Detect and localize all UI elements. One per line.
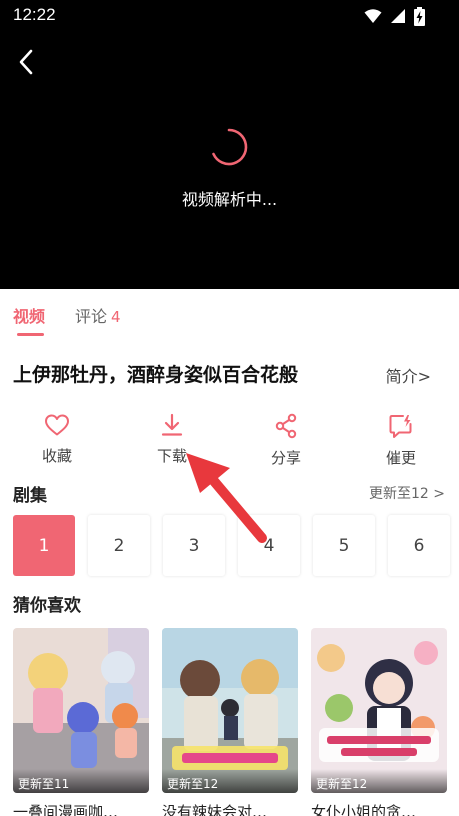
video-title: 上伊那牡丹，酒醉身姿似百合花般 <box>13 364 299 386</box>
episode-button-2[interactable]: 2 <box>88 515 150 576</box>
episode-button-3[interactable]: 3 <box>163 515 225 576</box>
loading-spinner-icon <box>212 128 248 166</box>
episode-button-6[interactable]: 6 <box>388 515 450 576</box>
recommendation-title: 没有辣妹会对… <box>162 803 268 816</box>
status-time: 12:22 <box>13 5 56 24</box>
active-tab-indicator <box>17 333 44 336</box>
heart-icon <box>45 414 69 436</box>
battery-charging-icon <box>414 6 425 26</box>
urge-update-label: 催更 <box>385 449 416 467</box>
recommendation-card[interactable]: 更新至12 女仆小姐的贪… <box>311 628 447 816</box>
download-button[interactable]: 下载 <box>132 413 212 466</box>
recommendation-list: 更新至11 一叠间漫画咖… 更新至12 没有辣妹会对… 更新至12 女仆小姐的贪… <box>13 628 447 816</box>
back-arrow-icon[interactable] <box>12 48 40 76</box>
tab-comment-label: 评论 <box>75 307 108 326</box>
download-icon <box>161 413 183 436</box>
episode-button-4[interactable]: 4 <box>238 515 300 576</box>
recommendation-title: 一叠间漫画咖… <box>13 803 119 816</box>
recommendation-title: 女仆小姐的贪… <box>311 803 417 816</box>
tab-comment[interactable]: 评论 4 <box>75 303 121 327</box>
favorite-button[interactable]: 收藏 <box>17 413 97 466</box>
comment-count: 4 <box>111 308 121 326</box>
share-label: 分享 <box>270 449 301 467</box>
recommendation-cover-image: 更新至11 <box>13 628 149 793</box>
video-player[interactable]: 12:22 视频解析中... <box>0 0 459 289</box>
share-icon <box>275 413 297 439</box>
recommendation-badge: 更新至12 <box>162 769 298 793</box>
status-bar: 12:22 <box>0 0 459 32</box>
episode-button-5[interactable]: 5 <box>313 515 375 576</box>
loading-text: 视频解析中... <box>181 190 278 209</box>
episodes-header: 剧集 <box>13 486 47 506</box>
signal-icon <box>391 9 405 23</box>
wifi-icon <box>364 9 382 23</box>
recommendation-badge: 更新至12 <box>311 769 447 793</box>
recommendation-cover-image: 更新至12 <box>162 628 298 793</box>
recommendation-card[interactable]: 更新至11 一叠间漫画咖… <box>13 628 149 816</box>
share-button[interactable]: 分享 <box>246 413 326 468</box>
episode-button-1[interactable]: 1 <box>13 515 75 576</box>
recommendation-card[interactable]: 更新至12 没有辣妹会对… <box>162 628 298 816</box>
recommendations-header: 猜你喜欢 <box>13 596 81 616</box>
tab-video[interactable]: 视频 <box>13 303 45 327</box>
episode-list: 1 2 3 4 5 6 <box>13 515 450 576</box>
urge-update-icon <box>389 415 412 438</box>
recommendation-cover-image: 更新至12 <box>311 628 447 793</box>
download-label: 下载 <box>156 447 187 465</box>
recommendation-badge: 更新至11 <box>13 769 149 793</box>
episodes-update-link[interactable]: 更新至12 > <box>369 483 445 503</box>
favorite-label: 收藏 <box>41 447 72 465</box>
urge-update-button[interactable]: 催更 <box>361 413 441 468</box>
intro-link[interactable]: 简介> <box>386 363 431 387</box>
content-tabs: 视频 评论 4 <box>0 289 459 337</box>
